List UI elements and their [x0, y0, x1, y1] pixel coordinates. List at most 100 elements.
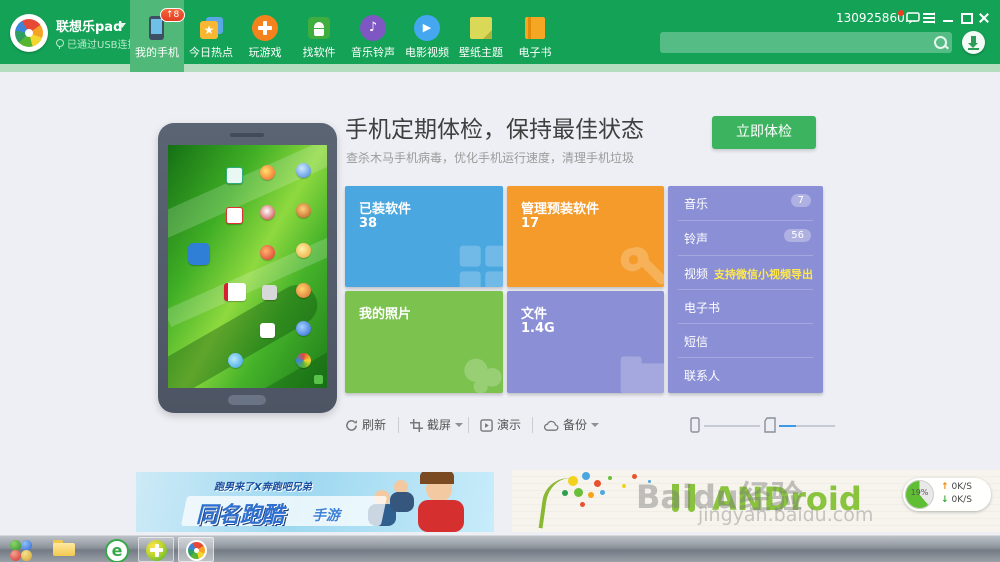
chevron-down-icon: [591, 423, 600, 427]
tab-hot-today[interactable]: ★ 今日热点: [184, 0, 238, 72]
search-icon[interactable]: [934, 36, 947, 49]
tab-label: 今日热点: [189, 46, 233, 59]
side-item-contacts[interactable]: 联系人: [668, 358, 823, 392]
side-label: 视频: [684, 267, 709, 281]
banner-title: 同名跑酷: [196, 503, 285, 528]
banner-suffix: 手游: [312, 508, 340, 524]
tab-label: 玩游戏: [248, 46, 282, 59]
phone-speaker: [230, 133, 264, 137]
tile-value: 1.4G: [521, 321, 555, 336]
app-logo[interactable]: [10, 14, 48, 52]
divider: [532, 417, 533, 433]
divider: [934, 12, 935, 24]
tile-my-photos[interactable]: 我的照片: [345, 291, 503, 393]
screenshot-button[interactable]: 截屏: [410, 416, 464, 436]
play-icon: ▶: [414, 15, 440, 41]
folder-icon: [620, 356, 664, 393]
page-title: 手机定期体检，保持最佳状态: [345, 117, 644, 143]
tab-movies[interactable]: ▶ 电影视频: [400, 0, 454, 72]
tab-find-apps[interactable]: 找软件: [292, 0, 346, 72]
toolbar-label: 演示: [497, 418, 522, 432]
tile-label: 文件: [521, 307, 548, 322]
usb-status-text: 已通过USB连接: [67, 40, 138, 51]
refresh-button[interactable]: 刷新: [345, 416, 386, 436]
phone-storage-icon: [690, 417, 700, 433]
network-speed-widget[interactable]: 19% ↑ 0K/S ↓ 0K/S: [903, 478, 991, 511]
backup-button[interactable]: 备份: [543, 416, 600, 436]
play-box-icon: [480, 419, 493, 432]
search-box: [660, 32, 952, 55]
close-button[interactable]: [976, 10, 992, 26]
tab-ebooks[interactable]: 电子书: [508, 0, 562, 72]
phone-screen[interactable]: [168, 145, 327, 388]
checkup-now-button[interactable]: 立即体检: [712, 116, 816, 149]
start-button[interactable]: [6, 537, 36, 562]
sdcard-storage-icon: [764, 417, 776, 433]
brand-name[interactable]: 联想乐pad: [56, 16, 122, 35]
explorer-taskbar-icon[interactable]: [52, 537, 78, 562]
tile-preinstalled-apps[interactable]: 管理预装软件 17: [507, 186, 664, 287]
tab-label: 找软件: [302, 46, 336, 59]
media-side-panel: 音乐 7 铃声 56 视频 支持微信小视频导出 电子书 短信 联系人: [668, 186, 823, 393]
side-item-ringtones[interactable]: 铃声 56: [668, 221, 823, 255]
side-item-videos[interactable]: 视频 支持微信小视频导出: [668, 256, 823, 290]
download-button[interactable]: [962, 31, 985, 54]
side-label: 联系人: [684, 369, 721, 383]
app-window: 联想乐pad 已通过USB连接 ↑8 我的手机 ★ 今日热点 玩游戏 找软件 ♪…: [0, 0, 1000, 562]
android-icon: [306, 15, 332, 41]
count-badge: 7: [790, 194, 811, 207]
tab-my-phone[interactable]: ↑8 我的手机: [130, 0, 186, 72]
sdcard-storage-fill: [779, 425, 796, 427]
tile-installed-apps[interactable]: 已装软件 38: [345, 186, 503, 287]
browser-taskbar-icon[interactable]: e: [104, 537, 130, 562]
side-item-ebooks[interactable]: 电子书: [668, 290, 823, 324]
count-badge: 56: [784, 229, 811, 242]
side-label: 短信: [684, 335, 709, 349]
tab-label: 电子书: [518, 46, 552, 59]
cloud-icon: [543, 420, 559, 431]
tab-games[interactable]: 玩游戏: [238, 0, 292, 72]
toolbar-label: 备份: [563, 418, 588, 432]
toolbar-label: 刷新: [362, 418, 387, 432]
wechat-video-note: 支持微信小视频导出: [714, 268, 813, 281]
update-count-badge: ↑8: [160, 8, 186, 22]
tile-value: 17: [521, 216, 540, 231]
upload-speed: ↑ 0K/S: [941, 482, 972, 492]
tile-value: 38: [359, 216, 378, 231]
side-label: 电子书: [684, 301, 721, 315]
search-input[interactable]: [666, 32, 928, 55]
tab-label: 我的手机: [135, 46, 179, 59]
account-number[interactable]: 130925860...: [836, 11, 916, 25]
side-item-music[interactable]: 音乐 7: [668, 186, 823, 220]
side-item-sms[interactable]: 短信: [668, 324, 823, 358]
tab-label: 电影视频: [405, 46, 449, 59]
lenovo-assistant-taskbar-icon[interactable]: [178, 537, 214, 562]
tab-music-ringtones[interactable]: ♪ 音乐铃声: [346, 0, 400, 72]
antivirus-taskbar-icon[interactable]: [138, 537, 174, 562]
side-label: 音乐: [684, 197, 709, 211]
book-icon: [522, 15, 548, 41]
tile-files[interactable]: 文件 1.4G: [507, 291, 664, 393]
tab-label: 壁纸主题: [459, 46, 503, 59]
toolbar-label: 截屏: [427, 418, 452, 432]
wallpaper-icon: [468, 15, 494, 41]
demo-button[interactable]: 演示: [480, 416, 521, 436]
up-arrow-icon: ↑: [941, 482, 949, 492]
down-arrow-icon: ↓: [941, 495, 949, 505]
phone-storage-bar[interactable]: [704, 425, 760, 427]
star-icon: ★: [198, 15, 224, 41]
chevron-down-icon[interactable]: [118, 23, 126, 28]
minimize-button[interactable]: [940, 10, 956, 26]
game-ad-banner[interactable]: 跑男来了X奔跑吧兄弟 同名跑酷 手游: [136, 472, 494, 532]
usb-pin-icon: [56, 39, 64, 49]
wrench-icon: [620, 247, 664, 285]
usage-percent: 19%: [910, 488, 929, 497]
tab-wallpapers[interactable]: 壁纸主题: [454, 0, 508, 72]
tab-label: 音乐铃声: [351, 46, 395, 59]
phone-mockup: [158, 123, 337, 413]
message-icon[interactable]: [906, 12, 920, 24]
maximize-button[interactable]: [958, 10, 974, 26]
side-label: 铃声: [684, 232, 709, 246]
photos-icon: [464, 358, 502, 393]
phone-home-button: [228, 395, 266, 405]
